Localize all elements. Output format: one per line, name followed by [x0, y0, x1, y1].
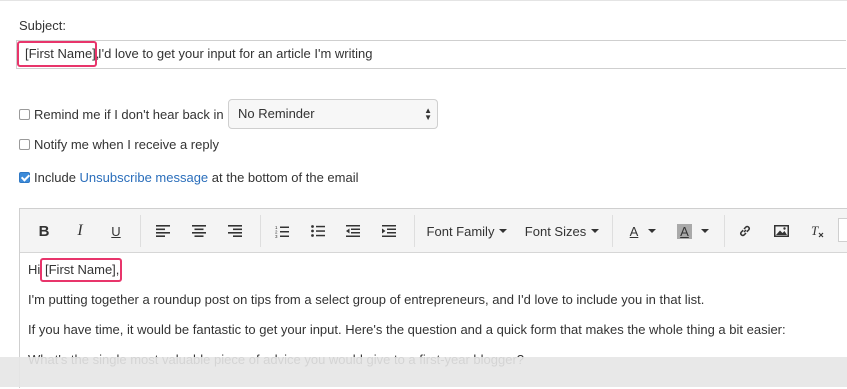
font-sizes-dropdown[interactable]: Font Sizes — [524, 219, 600, 243]
remind-label: Remind me if I don't hear back in — [34, 107, 224, 122]
outdent-icon[interactable] — [343, 219, 363, 243]
text-color-button[interactable]: A — [623, 219, 663, 243]
background-color-button[interactable]: A — [673, 219, 713, 243]
toolbar-divider — [612, 215, 613, 247]
clear-formatting-icon[interactable]: T — [807, 219, 827, 243]
bullet-list-icon[interactable] — [308, 219, 328, 243]
body-paragraph-1: I'm putting together a roundup post on t… — [28, 292, 705, 307]
toolbar-divider — [724, 215, 725, 247]
text-color-icon: A — [629, 223, 639, 239]
select-arrows-icon: ▲ ▼ — [424, 106, 432, 122]
remind-option[interactable]: Remind me if I don't hear back in — [19, 107, 224, 122]
chevron-down-icon — [700, 229, 709, 233]
subject-text[interactable]: I'd love to get your input for an articl… — [98, 46, 372, 61]
align-right-icon[interactable] — [225, 219, 245, 243]
toolbar-divider — [260, 215, 261, 247]
top-divider — [0, 0, 847, 1]
body-greeting: Hi — [28, 262, 41, 277]
body-merge-token[interactable]: [First Name], — [40, 258, 122, 282]
include-prefix: Include — [34, 170, 76, 185]
chevron-down-icon — [499, 229, 508, 233]
ordered-list-icon[interactable]: 123 — [272, 219, 292, 243]
toolbar-divider — [140, 215, 141, 247]
align-center-icon[interactable] — [189, 219, 209, 243]
bottom-scroll-shade — [0, 357, 847, 387]
italic-button[interactable]: I — [70, 219, 90, 243]
chevron-down-icon — [648, 229, 657, 233]
include-suffix: at the bottom of the email — [211, 170, 359, 185]
font-family-dropdown[interactable]: Font Family — [426, 219, 508, 243]
underline-button[interactable]: U — [106, 219, 126, 243]
svg-text:3: 3 — [275, 234, 278, 238]
link-icon[interactable] — [735, 219, 755, 243]
align-left-icon[interactable] — [153, 219, 173, 243]
font-sizes-label: Font Sizes — [524, 223, 587, 239]
indent-icon[interactable] — [379, 219, 399, 243]
include-unsubscribe-option[interactable]: Include Unsubscribe message at the botto… — [19, 170, 359, 185]
notify-checkbox[interactable] — [19, 139, 30, 150]
font-family-label: Font Family — [426, 223, 495, 239]
include-unsubscribe-checkbox[interactable] — [19, 172, 30, 183]
toolbar-overflow-button[interactable] — [838, 218, 847, 242]
remind-checkbox[interactable] — [19, 109, 30, 120]
reminder-select-value: No Reminder — [238, 106, 315, 121]
notify-label: Notify me when I receive a reply — [34, 137, 219, 152]
image-icon[interactable] — [771, 219, 791, 243]
background-color-icon: A — [677, 223, 692, 239]
subject-label: Subject: — [19, 18, 66, 33]
body-paragraph-2: If you have time, it would be fantastic … — [28, 322, 786, 337]
unsubscribe-message-link[interactable]: Unsubscribe message — [80, 170, 209, 185]
toolbar-divider — [414, 215, 415, 247]
editor-toolbar: B I U 123 Font Family Font Sizes A A T — [20, 209, 847, 253]
chevron-down-icon — [591, 229, 600, 233]
subject-merge-token[interactable]: [First Name], — [17, 41, 99, 67]
notify-option[interactable]: Notify me when I receive a reply — [19, 137, 219, 152]
svg-text:T: T — [811, 224, 819, 238]
bold-button[interactable]: B — [34, 219, 54, 243]
reminder-select[interactable]: No Reminder ▲ ▼ — [228, 99, 438, 129]
